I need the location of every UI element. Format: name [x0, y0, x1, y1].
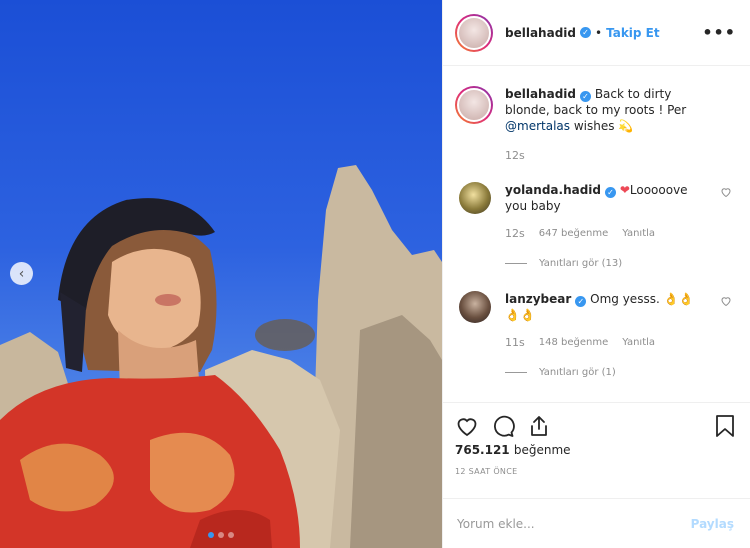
reply-button[interactable]: Yanıtla: [622, 335, 655, 351]
comment-item: yolanda.hadid ✓ ❤Looooove you baby 12s 64…: [455, 182, 736, 242]
comment-text: Omg yesss.: [590, 292, 660, 306]
comment-icon[interactable]: [491, 414, 515, 438]
comment-heart-icon[interactable]: [720, 295, 732, 307]
verified-icon: ✓: [575, 296, 587, 307]
view-replies-button[interactable]: Yanıtları gör (1): [505, 367, 736, 378]
caption-time[interactable]: 12s: [505, 148, 717, 164]
post-photo[interactable]: ‹: [0, 0, 442, 548]
comment-likes[interactable]: 647 beğenme: [539, 226, 609, 242]
carousel-dot-active: [208, 532, 214, 538]
comment-item: lanzybear ✓ Omg yesss. 👌👌👌👌 11s 148 beğen…: [455, 291, 736, 351]
carousel-prev-button[interactable]: ‹: [10, 262, 33, 285]
view-replies-label: Yanıtları gör (1): [539, 367, 616, 378]
share-icon[interactable]: [527, 414, 551, 438]
caption-username[interactable]: bellahadid: [505, 87, 576, 101]
verified-icon: ✓: [580, 27, 591, 38]
view-replies-button[interactable]: Yanıtları gör (13): [505, 258, 736, 269]
comment-heart-icon[interactable]: [720, 186, 732, 198]
comment-time[interactable]: 11s: [505, 335, 525, 351]
tree-shrub: [255, 319, 315, 351]
instagram-post: ‹ bellahadid ✓ • Takip Et ••• bellahadid…: [0, 0, 750, 548]
comments-list[interactable]: bellahadid ✓ Back to dirty blonde, back t…: [443, 66, 750, 402]
photo-scene: [0, 165, 442, 548]
comment-username[interactable]: lanzybear: [505, 292, 571, 306]
carousel-dot: [218, 532, 224, 538]
view-replies-label: Yanıtları gör (13): [539, 258, 623, 269]
comment-time[interactable]: 12s: [505, 226, 525, 242]
header-separator: •: [595, 25, 603, 40]
red-heart-emoji: ❤: [619, 183, 630, 197]
carousel-dot: [228, 532, 234, 538]
like-count-value: 765.121: [455, 443, 510, 457]
follow-button[interactable]: Takip Et: [606, 26, 660, 40]
heart-icon[interactable]: [455, 414, 479, 438]
caption-text-2: wishes: [573, 119, 615, 133]
post-caption: bellahadid ✓ Back to dirty blonde, back t…: [455, 86, 736, 164]
rock-shadow: [350, 315, 442, 548]
post-side-panel: bellahadid ✓ • Takip Et ••• bellahadid ✓ …: [442, 0, 750, 548]
bookmark-icon[interactable]: [714, 414, 736, 438]
post-actions: 765.121 beğenme 12 SAAT ÖNCE: [443, 402, 750, 498]
lips: [155, 294, 181, 306]
verified-icon: ✓: [580, 91, 591, 102]
comment-avatar[interactable]: [459, 291, 491, 323]
action-icons: [455, 411, 736, 441]
comment-meta: 11s 148 beğenme Yanıtla: [505, 335, 695, 351]
caption-avatar[interactable]: [455, 86, 493, 124]
comment-username[interactable]: yolanda.hadid: [505, 183, 601, 197]
more-icon[interactable]: •••: [702, 23, 736, 42]
author-username[interactable]: bellahadid: [505, 26, 576, 40]
carousel-dots: [0, 532, 442, 538]
like-count[interactable]: 765.121 beğenme: [455, 443, 736, 457]
chevron-left-icon: ‹: [18, 265, 25, 282]
replies-divider: [505, 263, 527, 264]
replies-divider: [505, 372, 527, 373]
post-timestamp[interactable]: 12 SAAT ÖNCE: [455, 467, 736, 476]
add-comment-bar: Paylaş: [443, 498, 750, 548]
post-comment-button[interactable]: Paylaş: [691, 517, 734, 531]
post-header: bellahadid ✓ • Takip Et •••: [443, 0, 750, 66]
author-avatar[interactable]: [455, 13, 493, 52]
caption-emoji: 💫: [618, 119, 634, 133]
reply-button[interactable]: Yanıtla: [622, 226, 655, 242]
caption-mention[interactable]: @mertalas: [505, 119, 570, 133]
comment-meta: 12s 647 beğenme Yanıtla: [505, 226, 695, 242]
comment-avatar[interactable]: [459, 182, 491, 214]
like-count-label: beğenme: [513, 443, 571, 457]
verified-icon: ✓: [605, 187, 616, 198]
comment-likes[interactable]: 148 beğenme: [539, 335, 609, 351]
comment-input[interactable]: [457, 516, 691, 531]
